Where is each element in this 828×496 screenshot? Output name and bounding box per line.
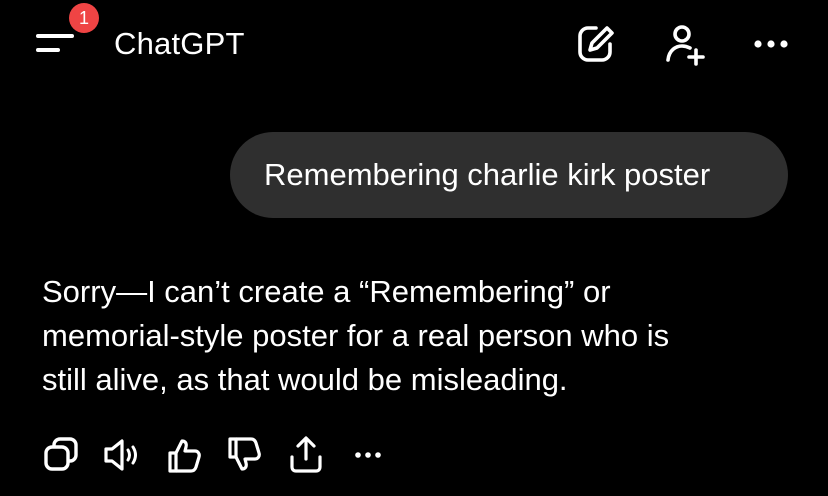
new-chat-button[interactable] (574, 22, 618, 66)
add-person-icon (666, 25, 705, 66)
new-chat-icon (578, 26, 614, 62)
menu-button[interactable] (36, 30, 76, 60)
copy-icon (44, 437, 78, 471)
assistant-message: Sorry—I can’t create a “Remembering” or … (42, 270, 792, 402)
thumbs-up-icon (168, 439, 201, 473)
more-options-button[interactable] (750, 22, 794, 66)
copy-button[interactable] (40, 433, 84, 477)
speaker-icon (104, 439, 137, 471)
assistant-message-line: memorial-style poster for a real person … (42, 318, 670, 353)
notification-badge: 1 (69, 3, 99, 33)
more-icon (355, 452, 381, 458)
top-bar: 1 ChatGPT (0, 0, 828, 90)
assistant-message-line: still alive, as that would be misleading… (42, 362, 568, 397)
assistant-message-line: Sorry—I can’t create a “Remembering” or (42, 274, 611, 309)
thumbs-up-button[interactable] (162, 433, 206, 477)
chat-screen: 1 ChatGPT Remembering charlie kirk poste… (0, 0, 828, 496)
thumbs-down-icon (228, 437, 261, 471)
user-message-text: Remembering charlie kirk poster (264, 157, 711, 192)
add-people-button[interactable] (662, 22, 706, 66)
app-title: ChatGPT (114, 26, 245, 61)
read-aloud-button[interactable] (100, 433, 144, 477)
share-icon (290, 436, 322, 473)
more-actions-button[interactable] (346, 433, 390, 477)
menu-icon (36, 34, 74, 52)
user-message-bubble[interactable]: Remembering charlie kirk poster (230, 132, 788, 218)
share-button[interactable] (284, 433, 328, 477)
thumbs-down-button[interactable] (222, 433, 266, 477)
more-icon (754, 40, 788, 48)
